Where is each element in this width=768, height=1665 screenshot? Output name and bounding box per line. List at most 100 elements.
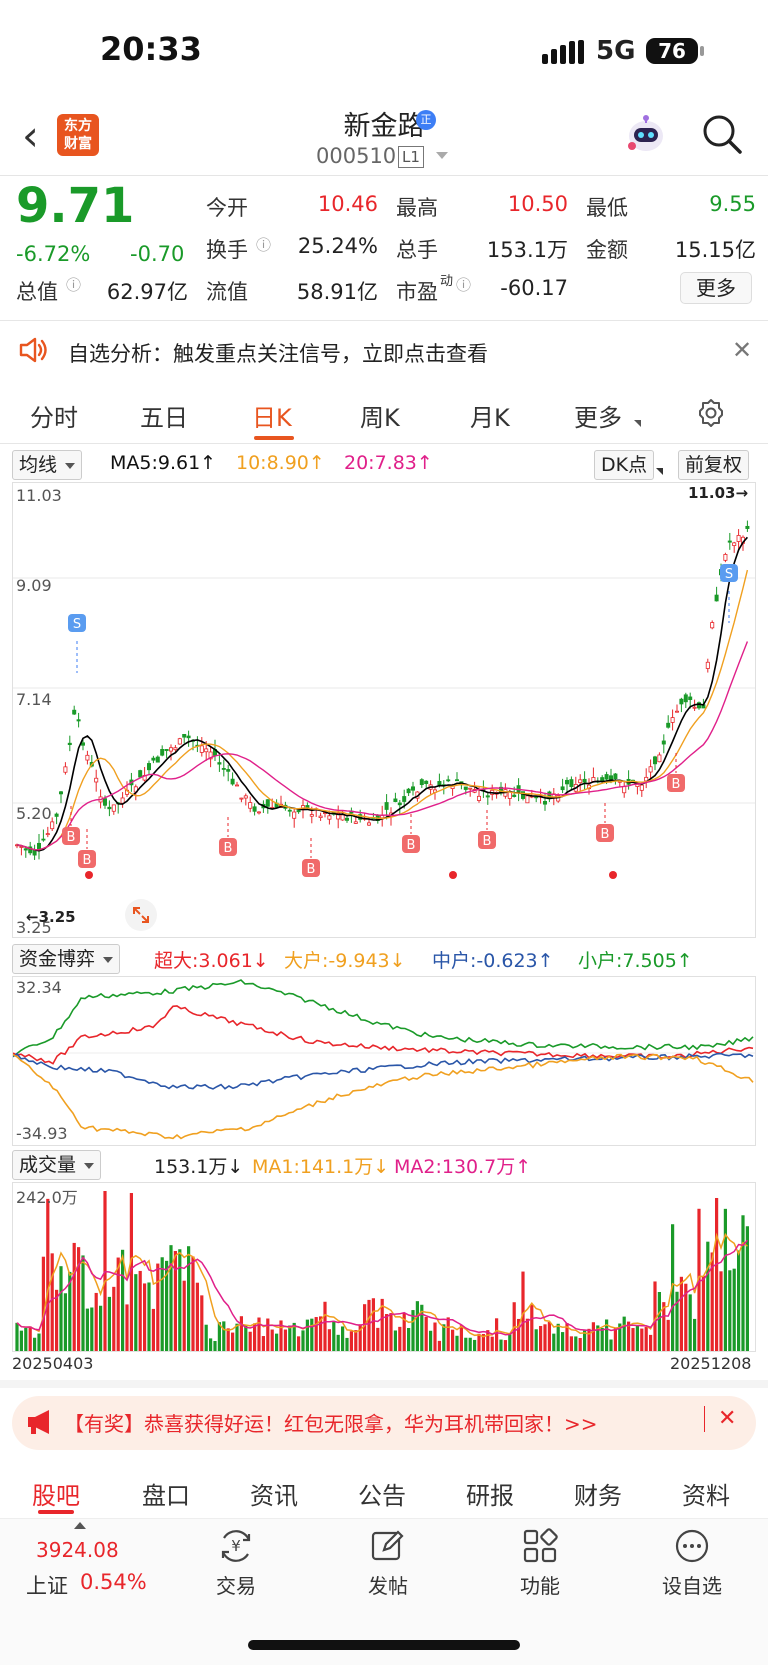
volume-bar xyxy=(455,1335,459,1351)
index-value[interactable]: 3924.08 xyxy=(36,1538,119,1562)
robot-assistant-icon[interactable] xyxy=(626,112,666,156)
volume-bar xyxy=(288,1325,292,1351)
candlestick xyxy=(727,540,732,543)
tab-monthly-k[interactable]: 月K xyxy=(470,398,510,433)
candlestick xyxy=(41,838,46,841)
tab-daily-k[interactable]: 日K xyxy=(252,398,292,433)
volume-bar xyxy=(679,1276,683,1351)
index-name[interactable]: 上证 xyxy=(26,1570,68,1600)
high-label: 最高 xyxy=(396,196,438,220)
volume-bar xyxy=(107,1296,111,1351)
signal-icon xyxy=(542,40,584,64)
candlestick xyxy=(296,810,301,813)
expand-up-icon[interactable] xyxy=(74,1522,86,1529)
trade-label[interactable]: 交易 xyxy=(191,1570,281,1599)
volume-value-legend: 153.1万↓ xyxy=(154,1156,244,1178)
tab-more[interactable]: 更多 xyxy=(574,398,622,433)
candlestick xyxy=(340,814,345,821)
volume-bar xyxy=(19,1330,23,1351)
tab-five-day[interactable]: 五日 xyxy=(140,398,188,433)
buy-signal-label: B xyxy=(483,834,492,849)
dk-corner-icon xyxy=(656,468,663,475)
volume-bar xyxy=(33,1337,37,1351)
post-label[interactable]: 发帖 xyxy=(343,1570,433,1599)
tab-forum[interactable]: 股吧 xyxy=(32,1476,80,1511)
volume-bar xyxy=(46,1198,50,1351)
indicator-select-ma[interactable]: 均线 xyxy=(12,450,83,480)
buy-signal-label: B xyxy=(407,838,416,853)
turnover-label: 换手 xyxy=(206,238,248,262)
volume-bar xyxy=(578,1338,582,1351)
candlestick xyxy=(287,809,292,812)
kline-chart[interactable]: BBBBBBBBSS xyxy=(12,482,756,938)
dk-point-button[interactable]: DK点 xyxy=(594,450,655,480)
candlestick xyxy=(305,805,310,808)
info-icon[interactable]: ⓘ xyxy=(66,274,81,295)
functions-grid-icon[interactable] xyxy=(522,1528,558,1564)
candlestick xyxy=(146,763,151,771)
volume-bar xyxy=(349,1331,353,1351)
search-icon[interactable] xyxy=(700,112,744,156)
candlestick xyxy=(710,622,715,629)
tab-announcements[interactable]: 公告 xyxy=(358,1476,406,1511)
capital-y-max: 32.34 xyxy=(16,978,62,997)
promo-divider xyxy=(704,1406,705,1432)
tab-intraday[interactable]: 分时 xyxy=(30,398,78,433)
volume-bar xyxy=(151,1308,155,1351)
close-icon[interactable]: ✕ xyxy=(732,336,752,364)
candlestick xyxy=(81,742,86,746)
volume-bar xyxy=(231,1332,235,1351)
tab-weekly-k[interactable]: 周K xyxy=(360,398,400,433)
post-icon[interactable] xyxy=(370,1528,406,1564)
volume-label: 总手 xyxy=(396,238,438,262)
code-dropdown-icon[interactable] xyxy=(436,152,448,159)
tab-news[interactable]: 资讯 xyxy=(250,1476,298,1511)
info-icon[interactable]: ⓘ xyxy=(456,274,471,295)
candlestick xyxy=(63,766,68,773)
add-watchlist-icon[interactable] xyxy=(674,1528,710,1564)
event-dot xyxy=(609,871,617,879)
candlestick xyxy=(454,779,459,782)
settings-gear-icon[interactable] xyxy=(696,398,726,428)
indicator-select-capital[interactable]: 资金博弈 xyxy=(12,944,121,974)
functions-label[interactable]: 功能 xyxy=(495,1570,585,1599)
close-icon[interactable]: ✕ xyxy=(718,1406,736,1431)
volume-bar xyxy=(305,1319,309,1351)
volume-bar xyxy=(332,1320,336,1351)
volume-bar xyxy=(389,1313,393,1351)
volume-bar xyxy=(275,1333,279,1351)
tab-profile[interactable]: 资料 xyxy=(682,1476,730,1511)
capital-small-line xyxy=(13,979,754,1058)
end-date: 20251208 xyxy=(670,1354,752,1373)
indicator-select-volume[interactable]: 成交量 xyxy=(12,1150,102,1180)
candlestick xyxy=(397,802,402,806)
capital-large-line xyxy=(13,1053,754,1140)
promo-text[interactable]: 【有奖】恭喜获得好运！红包无限拿，华为耳机带回家！>> xyxy=(64,1408,598,1437)
capital-chart[interactable] xyxy=(12,976,756,1146)
candlestick xyxy=(265,799,270,807)
candlestick xyxy=(32,849,37,856)
level-badge[interactable]: L1 xyxy=(398,146,424,168)
buy-signal-label: B xyxy=(672,777,681,792)
trade-icon[interactable]: ¥ xyxy=(216,1528,256,1564)
candlestick xyxy=(683,694,688,703)
tab-order-book[interactable]: 盘口 xyxy=(142,1476,190,1511)
expand-icon[interactable] xyxy=(124,898,158,932)
ma5-line xyxy=(16,536,749,852)
info-icon[interactable]: ⓘ xyxy=(256,234,271,255)
candlestick xyxy=(437,781,442,786)
more-button[interactable]: 更多 xyxy=(680,272,752,304)
volume-bar xyxy=(314,1317,318,1351)
index-change[interactable]: 0.54% xyxy=(80,1570,147,1594)
start-date: 20250403 xyxy=(12,1354,94,1373)
tab-research[interactable]: 研报 xyxy=(466,1476,514,1511)
amount-label: 金额 xyxy=(586,238,628,262)
volume-chart[interactable] xyxy=(12,1182,756,1352)
tab-finance[interactable]: 财务 xyxy=(574,1476,622,1511)
watchlist-label[interactable]: 设自选 xyxy=(647,1570,737,1599)
volume-bar xyxy=(28,1326,32,1351)
candlestick xyxy=(600,777,605,782)
notice-text[interactable]: 自选分析：触发重点关注信号，立即点击查看 xyxy=(68,338,488,368)
adjust-button[interactable]: 前复权 xyxy=(678,450,750,480)
section-divider xyxy=(0,1380,768,1388)
